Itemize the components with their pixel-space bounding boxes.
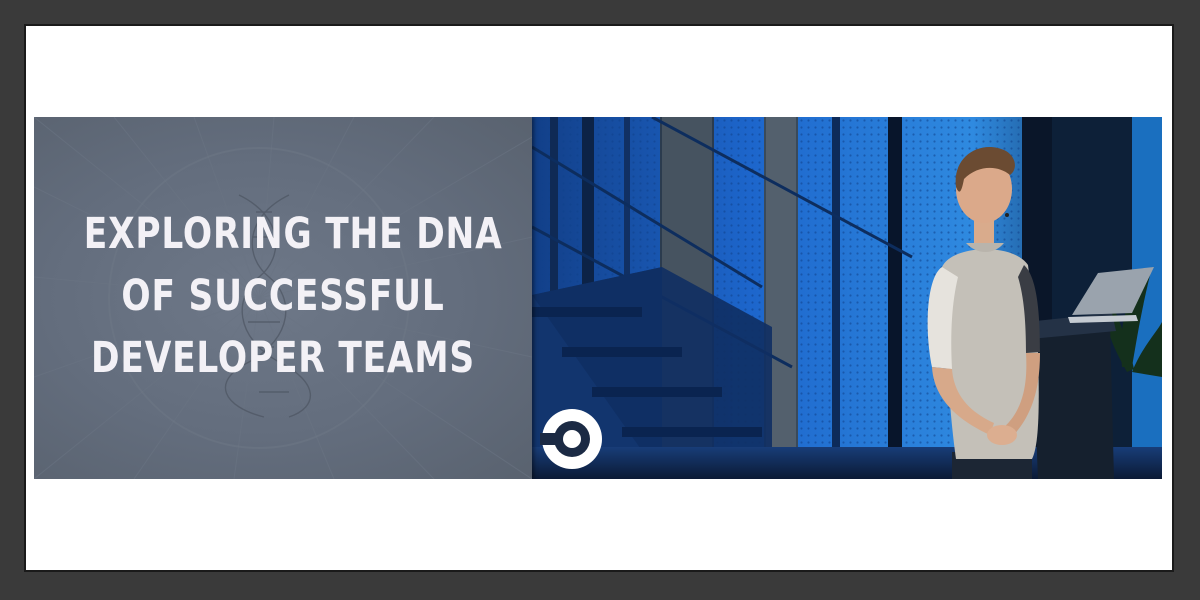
circleci-logo-icon (540, 407, 604, 471)
stage-scene (532, 117, 1162, 479)
talk-banner: EXPLORING THE DNA OF SUCCESSFUL DEVELOPE… (34, 117, 1162, 479)
slide-title: EXPLORING THE DNA OF SUCCESSFUL DEVELOPE… (83, 203, 503, 389)
speaker-photo (532, 117, 1162, 479)
slide-title-line-1: EXPLORING THE DNA (83, 209, 503, 259)
title-slide: EXPLORING THE DNA OF SUCCESSFUL DEVELOPE… (34, 117, 532, 479)
slide-title-line-2: OF SUCCESSFUL (121, 271, 445, 321)
slide-title-line-3: DEVELOPER TEAMS (91, 333, 475, 383)
